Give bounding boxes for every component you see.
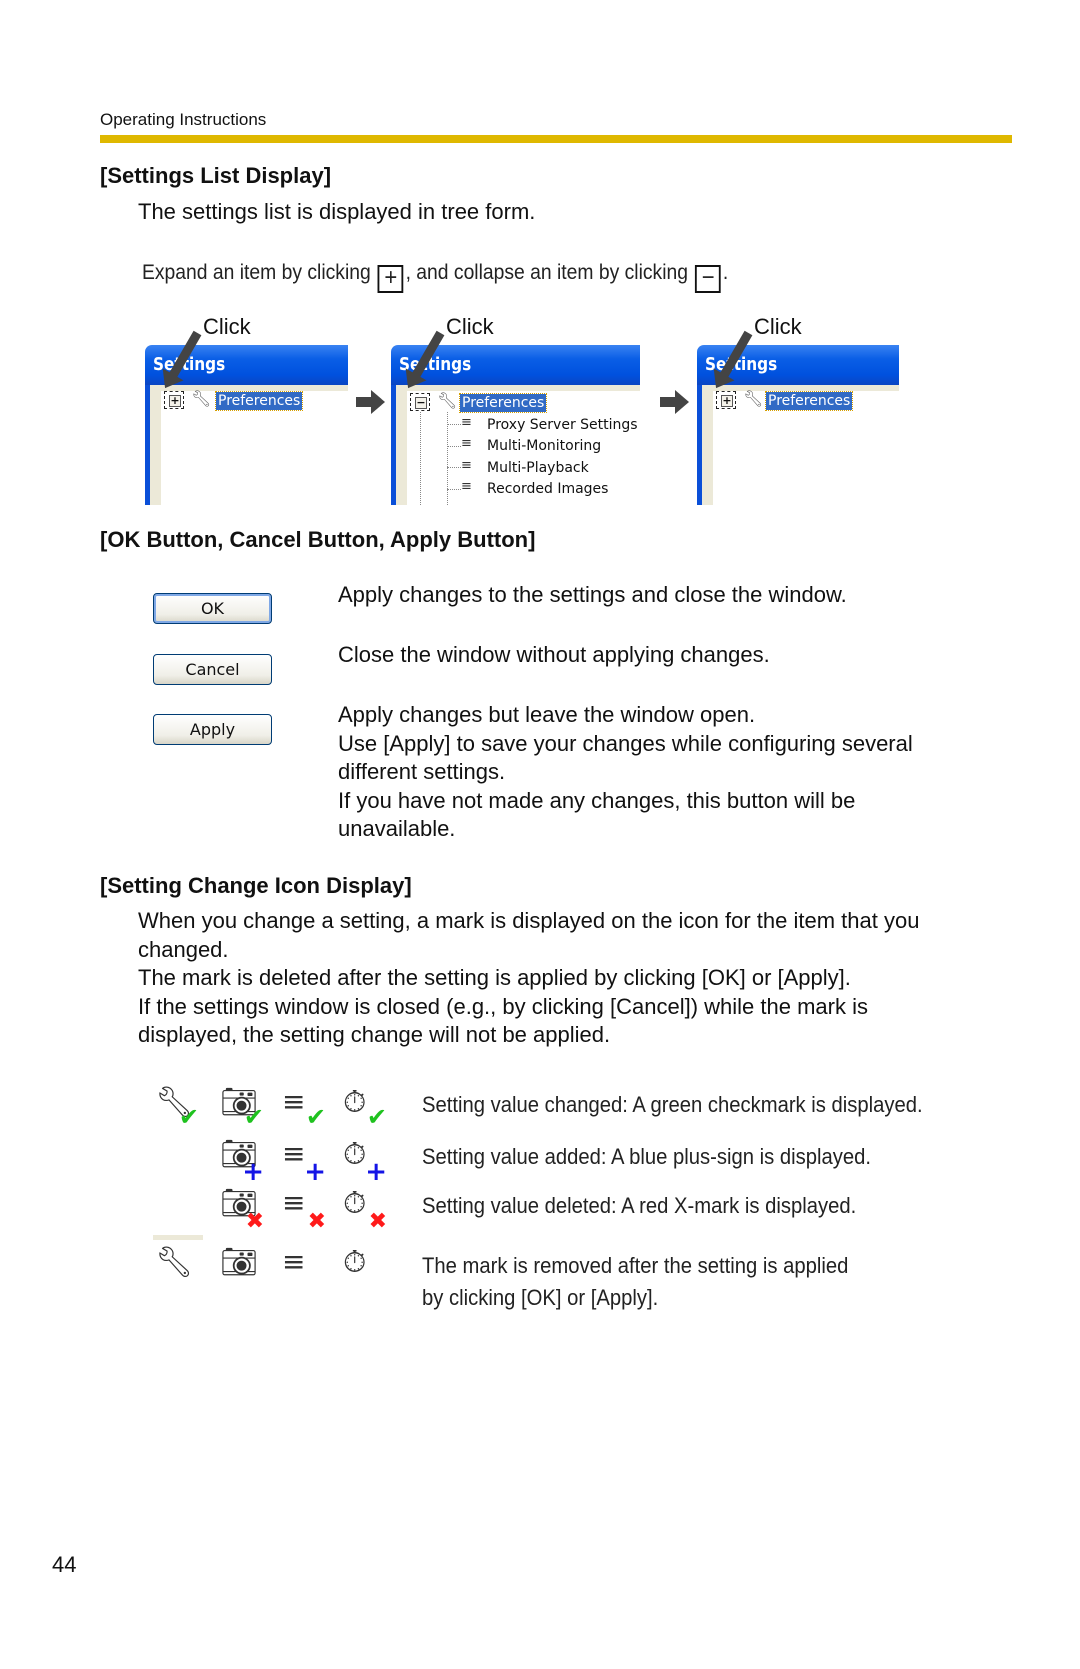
tree-branch — [447, 424, 461, 425]
list-settings-icon: ≡ — [461, 415, 472, 430]
caption-changed: Setting value changed: A green checkmark… — [422, 1092, 923, 1117]
minus-icon: − — [415, 396, 427, 409]
wrench-icon: 🔧︎ — [743, 389, 764, 408]
tree-line — [447, 412, 448, 505]
paragraph-line: When you change a setting, a mark is dis… — [138, 908, 920, 933]
paragraph-line: The mark is deleted after the setting is… — [138, 965, 851, 990]
tree-item-multi-playback[interactable]: Multi-Playback — [487, 458, 589, 478]
ok-button[interactable]: OK — [153, 593, 272, 624]
apply-desc-line: unavailable. — [338, 816, 456, 841]
list-deleted-icon: ≡ ✖ — [282, 1186, 326, 1234]
apply-desc-line: different settings. — [338, 759, 506, 784]
camera-deleted-icon: 📷︎ ✖ — [220, 1186, 264, 1234]
flow-arrow-right-1 — [356, 390, 386, 414]
list-added-icon: ≡ + — [282, 1137, 326, 1187]
timer-added-icon: ⏱︎ + — [343, 1137, 387, 1187]
cancel-button[interactable]: Cancel — [153, 654, 272, 685]
tree-item-multi-monitoring[interactable]: Multi-Monitoring — [487, 436, 601, 456]
timer-deleted-icon: ⏱︎ ✖ — [343, 1186, 387, 1234]
apply-button[interactable]: Apply — [153, 714, 272, 745]
list-icon: ≡ — [282, 1245, 306, 1278]
tree-item-preferences[interactable]: Preferences — [458, 393, 548, 413]
wrench-icon: 🔧︎ — [437, 391, 458, 410]
ok-description: Apply changes to the settings and close … — [338, 582, 847, 607]
window-frame — [150, 385, 161, 505]
wrench-changed-icon: 🔧︎ ✔ — [155, 1085, 199, 1131]
window-frame-top — [396, 385, 640, 391]
expand-text: Expand an item by clicking — [142, 261, 371, 284]
timer-changed-icon: ⏱︎ ✔ — [343, 1085, 387, 1131]
settings-list-intro: The settings list is displayed in tree f… — [138, 199, 536, 224]
section-heading-settings-list: [Settings List Display] — [100, 163, 332, 188]
header-rule — [100, 135, 1012, 143]
tree-line — [420, 412, 421, 505]
wrench-icon: 🔧︎ — [155, 1245, 194, 1280]
click-label-2: Click — [446, 314, 494, 339]
settings-window-expanded: Settings − 🔧︎ Preferences ≡ Proxy Server… — [391, 345, 640, 505]
timer-icon: ⏱︎ — [343, 1245, 367, 1280]
icon-display-paragraph: When you change a setting, a mark is dis… — [138, 907, 919, 1050]
apply-desc-line: Apply changes but leave the window open. — [338, 702, 756, 727]
click-label-3: Click — [754, 314, 802, 339]
collapse-text: , and collapse an item by clicking — [405, 261, 689, 284]
tree-branch — [447, 467, 461, 468]
expand-collapse-instruction: Expand an item by clicking +, and collap… — [142, 261, 728, 293]
caption-removed-line-1: The mark is removed after the setting is… — [422, 1253, 849, 1278]
list-settings-icon: ≡ — [461, 436, 472, 451]
tree-branch — [447, 446, 461, 447]
page-number: 44 — [52, 1552, 77, 1577]
expand-plus-icon: + — [377, 265, 404, 293]
paragraph-line: If the settings window is closed (e.g., … — [138, 993, 868, 1019]
tree-item-preferences[interactable]: Preferences — [764, 391, 854, 411]
tree-branch — [447, 489, 461, 490]
tree-item-preferences[interactable]: Preferences — [214, 391, 304, 411]
cancel-description: Close the window without applying change… — [338, 642, 770, 667]
apply-desc-line: If you have not made any changes, this b… — [338, 787, 856, 813]
running-header: Operating Instructions — [100, 110, 267, 129]
tree-item-recorded-images[interactable]: Recorded Images — [487, 479, 608, 499]
window-frame — [396, 385, 407, 505]
list-settings-icon: ≡ — [461, 479, 472, 494]
list-changed-icon: ≡ ✔ — [282, 1085, 326, 1131]
caption-deleted: Setting value deleted: A red X-mark is d… — [422, 1193, 857, 1218]
camera-added-icon: 📷︎ + — [220, 1137, 264, 1187]
section-heading-buttons: [OK Button, Cancel Button, Apply Button] — [100, 527, 536, 552]
flow-arrow-right-2 — [660, 390, 690, 414]
separator-strip — [153, 1235, 203, 1240]
plus-icon: + — [169, 394, 181, 407]
period: . — [722, 261, 729, 284]
apply-description: Apply changes but leave the window open.… — [338, 701, 913, 844]
collapse-button[interactable]: − — [410, 393, 430, 411]
section-heading-icon-display: [Setting Change Icon Display] — [100, 873, 412, 898]
apply-desc-line: Use [Apply] to save your changes while c… — [338, 730, 913, 756]
caption-removed-line-2: by clicking [OK] or [Apply]. — [422, 1285, 659, 1310]
camera-changed-icon: 📷︎ ✔ — [220, 1085, 264, 1131]
paragraph-line: changed. — [138, 936, 229, 962]
collapse-minus-icon: − — [695, 265, 721, 293]
plus-icon: + — [721, 394, 733, 407]
camera-icon: 📷︎ — [220, 1245, 259, 1280]
click-label-1: Click — [203, 314, 251, 339]
list-settings-icon: ≡ — [461, 458, 472, 473]
caption-added: Setting value added: A blue plus-sign is… — [422, 1144, 871, 1169]
wrench-icon: 🔧︎ — [191, 389, 212, 408]
window-frame — [702, 385, 713, 505]
paragraph-line: displayed, the setting change will not b… — [138, 1022, 611, 1047]
tree-item-proxy-server-settings[interactable]: Proxy Server Settings — [487, 415, 638, 435]
